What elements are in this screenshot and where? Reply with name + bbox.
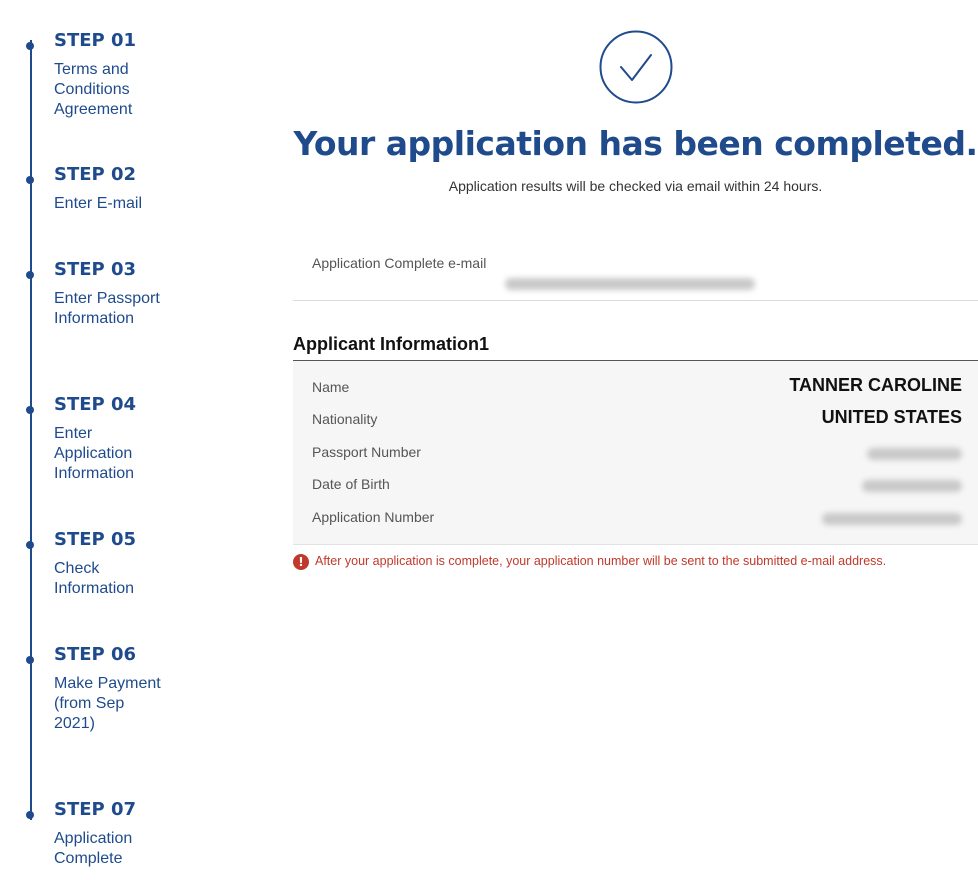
- step-description: Enter E-mail: [54, 195, 143, 212]
- step-dot: [26, 176, 34, 184]
- step-description: Enter Application Information: [54, 425, 135, 482]
- step-dot: [26, 42, 34, 50]
- info-row-application-number: Application Number: [293, 503, 978, 533]
- step-title: STEP 06: [54, 644, 137, 665]
- step-title: STEP 03: [54, 259, 137, 280]
- info-row-passport: Passport Number: [293, 438, 978, 468]
- step-description: Enter Passport Information: [54, 290, 160, 327]
- info-label: Passport Number: [312, 444, 421, 460]
- step-05: STEP 05 Check Information: [26, 529, 164, 599]
- timeline-line: [30, 40, 32, 820]
- step-title: STEP 01: [54, 30, 137, 51]
- step-dot: [26, 811, 34, 819]
- info-row-dob: Date of Birth: [293, 470, 978, 500]
- info-label: Date of Birth: [312, 476, 390, 492]
- email-row: Application Complete e-mail: [293, 240, 978, 301]
- step-03: STEP 03 Enter Passport Information: [26, 259, 164, 329]
- step-02: STEP 02 Enter E-mail: [26, 164, 164, 214]
- info-row-nationality: Nationality UNITED STATES: [293, 405, 978, 435]
- notice-text: After your application is complete, your…: [315, 554, 887, 568]
- step-dot: [26, 656, 34, 664]
- step-01: STEP 01 Terms and Conditions Agreement: [26, 30, 164, 120]
- step-06: STEP 06 Make Payment (from Sep 2021): [26, 644, 164, 734]
- step-sidebar: STEP 01 Terms and Conditions Agreement S…: [0, 0, 200, 880]
- step-dot: [26, 271, 34, 279]
- step-title: STEP 02: [54, 164, 137, 185]
- info-label: Application Number: [312, 509, 435, 525]
- step-title: STEP 07: [54, 799, 137, 820]
- step-description: Make Payment (from Sep 2021): [54, 675, 161, 732]
- redacted-dob-value: [862, 480, 962, 492]
- step-dot: [26, 541, 34, 549]
- info-value-name: TANNER CAROLINE: [789, 375, 962, 395]
- completion-subtext: Application results will be checked via …: [448, 178, 823, 194]
- notice-message: ! After your application is complete, yo…: [293, 552, 978, 572]
- completion-headline: Your application has been completed.: [293, 124, 978, 163]
- step-title: STEP 04: [54, 394, 137, 415]
- info-value-nationality: UNITED STATES: [821, 407, 962, 427]
- redacted-passport-value: [867, 448, 962, 460]
- main-content: Your application has been completed. App…: [293, 0, 978, 880]
- email-label: Application Complete e-mail: [312, 255, 487, 271]
- step-04: STEP 04 Enter Application Information: [26, 394, 164, 484]
- step-title: STEP 05: [54, 529, 137, 550]
- step-description: Check Information: [54, 560, 135, 597]
- info-label: Name: [312, 379, 350, 395]
- info-row-name: Name TANNER CAROLINE: [293, 373, 978, 403]
- step-07: STEP 07 Application Complete: [26, 799, 164, 869]
- applicant-info-box: Name TANNER CAROLINE Nationality UNITED …: [293, 360, 978, 545]
- check-circle-icon: [599, 30, 673, 104]
- step-description: Application Complete: [54, 830, 133, 867]
- info-label: Nationality: [312, 411, 378, 427]
- redacted-application-number: [822, 513, 962, 525]
- alert-icon: !: [293, 554, 309, 570]
- applicant-section-title: Applicant Information1: [293, 334, 490, 354]
- step-dot: [26, 406, 34, 414]
- step-description: Terms and Conditions Agreement: [54, 61, 133, 118]
- redacted-email-value: [505, 278, 755, 290]
